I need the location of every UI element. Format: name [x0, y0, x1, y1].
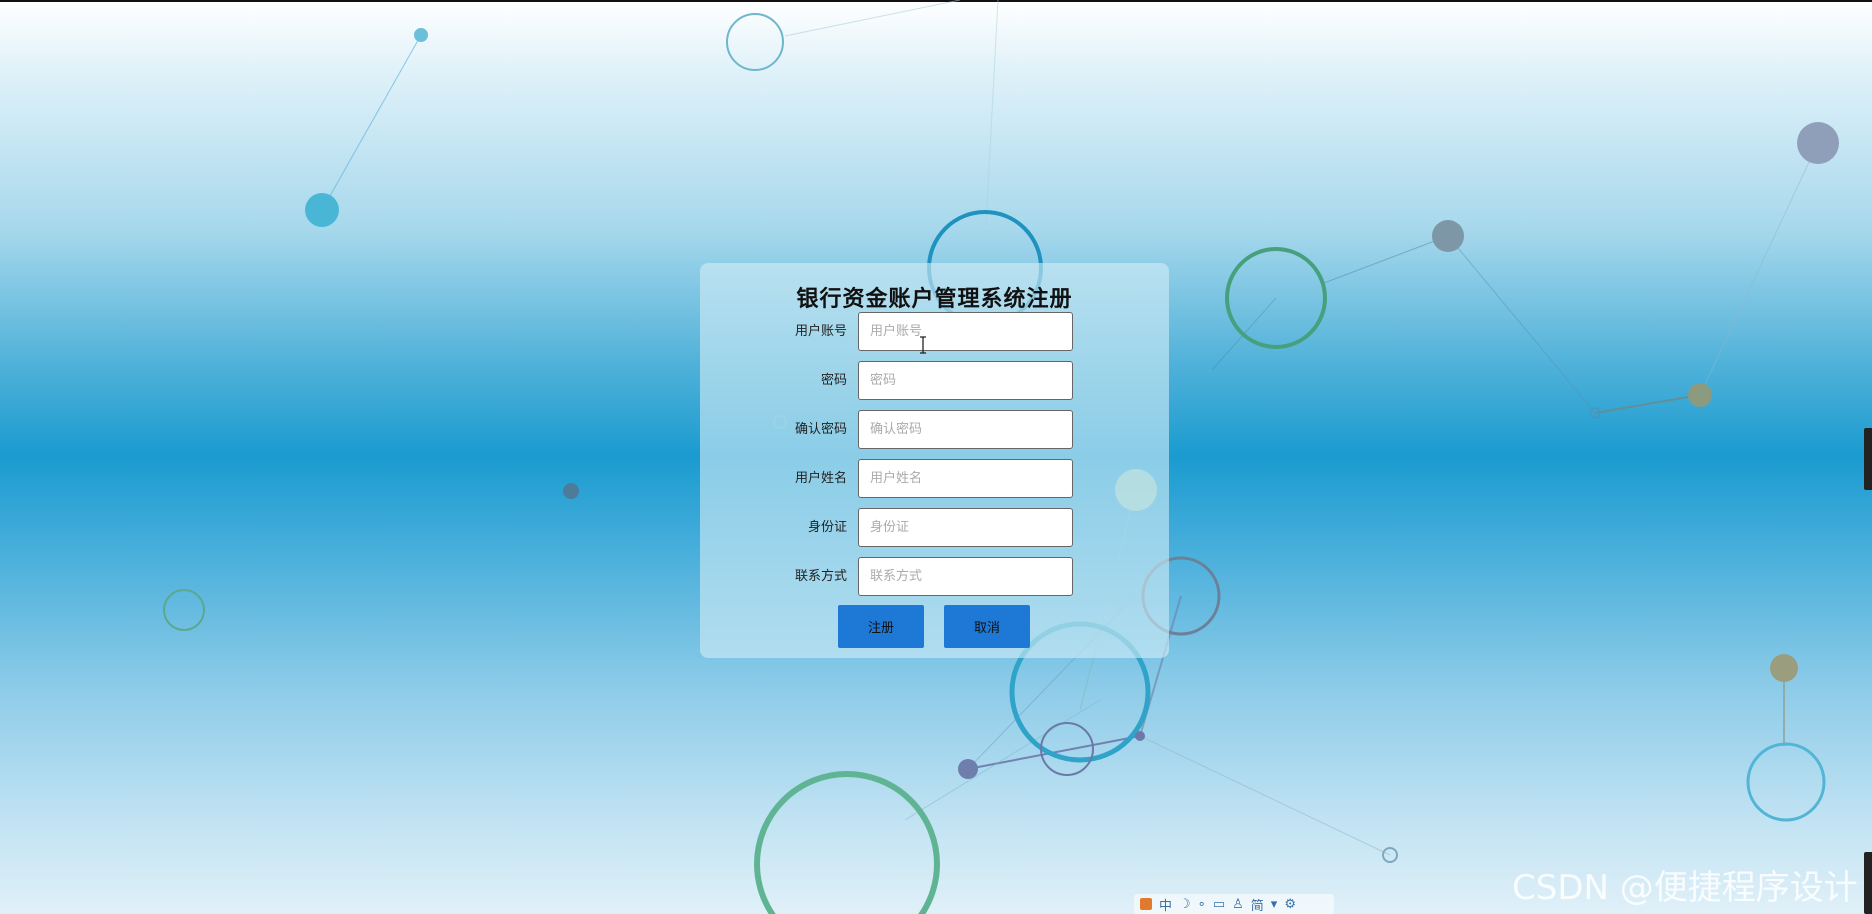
row-confirm-password: 确认密码: [700, 410, 1169, 449]
row-fullname: 用户姓名: [700, 459, 1169, 498]
password-input[interactable]: [858, 361, 1073, 400]
register-button[interactable]: 注册: [838, 605, 924, 648]
ime-logo-icon[interactable]: [1140, 898, 1152, 910]
contact-input[interactable]: [858, 557, 1073, 596]
id-card-label: 身份证: [807, 520, 847, 535]
id-card-input[interactable]: [858, 508, 1073, 547]
username-input[interactable]: [858, 312, 1073, 351]
gear-icon[interactable]: ⚙: [1284, 897, 1296, 912]
side-scroll-tab[interactable]: [1864, 428, 1872, 490]
confirm-password-input[interactable]: [858, 410, 1073, 449]
contact-label: 联系方式: [794, 569, 847, 584]
watermark: CSDN @便捷程序设计: [1512, 868, 1858, 908]
fullname-input[interactable]: [858, 459, 1073, 498]
row-contact: 联系方式: [700, 557, 1169, 596]
ime-mode-label[interactable]: 中: [1159, 895, 1172, 914]
ime-toolbar: 中 ☽ ∘ ▭ ♙ 简 ▾ ⚙: [1134, 894, 1334, 914]
side-scroll-tab-lower[interactable]: [1864, 852, 1872, 914]
skin-icon[interactable]: ▾: [1271, 897, 1278, 912]
moon-icon[interactable]: ☽: [1179, 897, 1191, 912]
row-username: 用户账号: [700, 312, 1169, 351]
person-icon[interactable]: ♙: [1232, 897, 1244, 912]
row-password: 密码: [700, 361, 1169, 400]
dots-icon[interactable]: ∘: [1198, 897, 1206, 912]
row-id-card: 身份证: [700, 508, 1169, 547]
text-cursor-icon: [920, 336, 926, 354]
fullname-label: 用户姓名: [794, 471, 847, 486]
password-label: 密码: [820, 373, 847, 388]
keyboard-icon[interactable]: ▭: [1213, 897, 1225, 912]
register-card: 银行资金账户管理系统注册 用户账号 密码 确认密码 用户姓名 身份证 联系方式 …: [700, 263, 1169, 658]
username-label: 用户账号: [794, 324, 847, 339]
simplified-label[interactable]: 简: [1251, 895, 1264, 914]
confirm-password-label: 确认密码: [794, 422, 847, 437]
cancel-button[interactable]: 取消: [944, 605, 1030, 648]
page-title: 银行资金账户管理系统注册: [796, 287, 1073, 312]
